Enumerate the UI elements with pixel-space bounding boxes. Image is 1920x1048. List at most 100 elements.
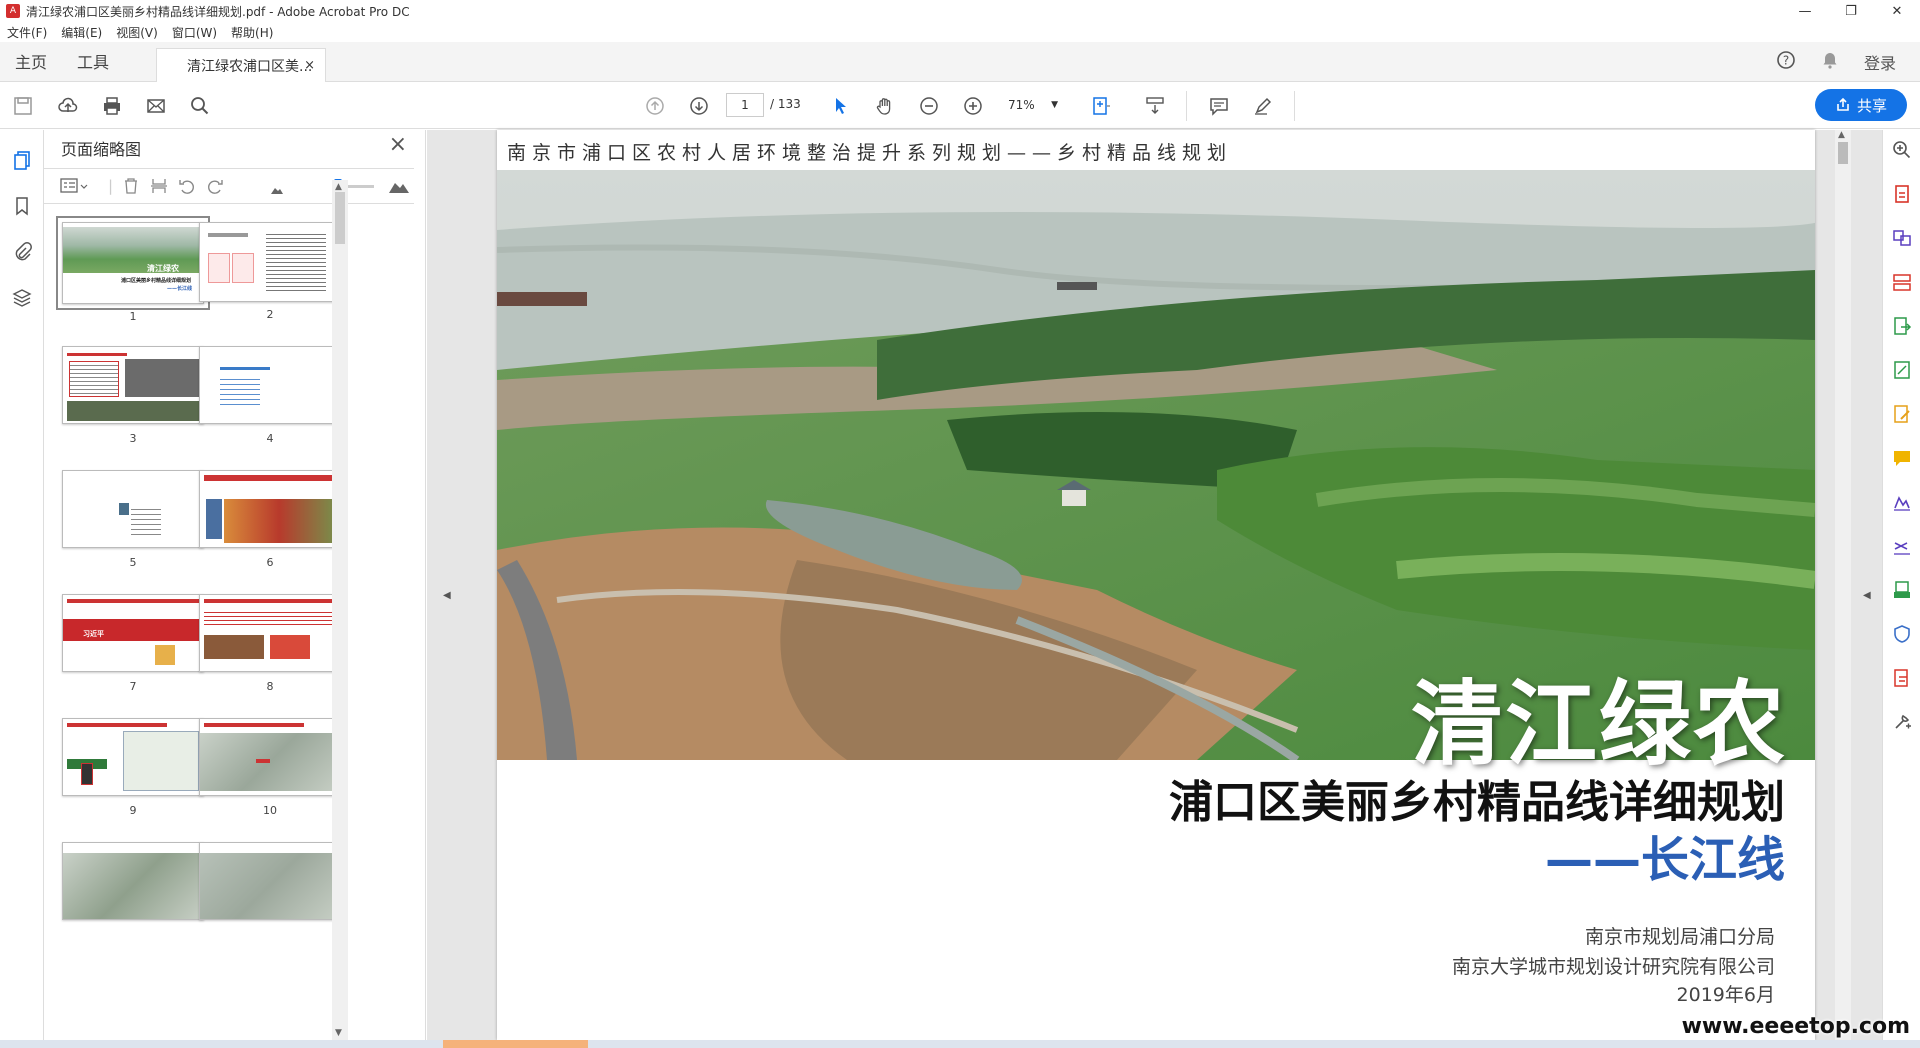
zoom-search-icon[interactable] [1890, 138, 1914, 162]
thumbnail-scrollbar[interactable]: ▲ ▼ [332, 180, 348, 1040]
rotate-left-icon[interactable] [178, 177, 196, 199]
share-button[interactable]: 共享 [1815, 89, 1907, 121]
more-tools-icon[interactable] [1890, 710, 1914, 734]
attachment-icon[interactable] [10, 240, 34, 264]
tab-close-icon[interactable]: × [304, 58, 315, 73]
thumbnail-page-9[interactable] [62, 718, 204, 796]
comment-tool-icon[interactable] [1890, 446, 1914, 470]
extract-page-icon[interactable] [150, 177, 168, 199]
delete-page-icon[interactable] [122, 177, 140, 199]
watermark-text: www.eeeetop.com [1681, 1014, 1910, 1039]
thumbnail-page-5[interactable] [62, 470, 204, 548]
menu-view[interactable]: 视图(V) [109, 24, 165, 41]
tab-tools[interactable]: 工具 [62, 41, 124, 81]
thumbnail-page-number: 3 [129, 432, 137, 445]
combine-files-icon[interactable] [1890, 226, 1914, 250]
status-bar [0, 1040, 1920, 1048]
thumbnail-page-10[interactable] [199, 718, 341, 796]
layers-icon[interactable] [10, 286, 34, 310]
menu-edit[interactable]: 编辑(E) [54, 24, 109, 41]
menu-window[interactable]: 窗口(W) [165, 24, 224, 41]
thumbnail-panel-title: 页面缩略图 [61, 140, 142, 159]
page-number-input[interactable]: 1 [726, 93, 764, 117]
window-title: 清江绿农浦口区美丽乡村精品线详细规划.pdf - Adobe Acrobat P… [26, 4, 410, 19]
scan-icon[interactable] [1890, 578, 1914, 602]
zoom-level-value: 71% [1008, 98, 1035, 112]
select-cursor-icon[interactable] [828, 93, 854, 119]
share-icon [1837, 97, 1849, 111]
maximize-button[interactable]: ❐ [1828, 0, 1874, 22]
thumbnail-page-8[interactable] [199, 594, 341, 672]
svg-text:?: ? [1783, 54, 1789, 68]
zoom-in-icon[interactable] [960, 93, 986, 119]
protect-icon[interactable] [1890, 622, 1914, 646]
create-pdf-icon[interactable] [1890, 182, 1914, 206]
rotate-right-icon[interactable] [206, 177, 224, 199]
zoom-out-icon[interactable] [916, 93, 942, 119]
collapse-left-panel-icon[interactable]: ◀ [443, 590, 451, 601]
scroll-up-icon[interactable]: ▲ [1838, 130, 1845, 140]
scroll-mode-icon[interactable] [1142, 93, 1168, 119]
thumbnail-page-12[interactable] [199, 842, 341, 920]
larger-thumbnails-icon[interactable] [388, 178, 410, 198]
document-date: 2019年6月 [1676, 984, 1775, 1006]
highlight-pen-icon[interactable] [1250, 93, 1276, 119]
options-menu-icon[interactable] [60, 177, 88, 199]
sign-icon[interactable] [1890, 490, 1914, 514]
print-production-icon[interactable] [1890, 666, 1914, 690]
menu-file[interactable]: 文件(F) [0, 24, 54, 41]
thumbnail-page-7[interactable]: 习近平 [62, 594, 204, 672]
organize-pages-icon[interactable] [1890, 270, 1914, 294]
fit-page-icon[interactable] [1088, 93, 1114, 119]
print-icon[interactable] [99, 93, 125, 119]
minimize-button[interactable]: — [1782, 0, 1828, 22]
thumbnail-page-number: 2 [266, 308, 274, 321]
thumbnail-page-4[interactable] [199, 346, 341, 424]
login-button[interactable]: 登录 [1864, 50, 1896, 74]
upload-cloud-icon[interactable] [55, 93, 81, 119]
close-window-button[interactable]: ✕ [1874, 0, 1920, 22]
scroll-up-icon[interactable]: ▲ [335, 182, 342, 192]
hand-tool-icon[interactable] [872, 93, 898, 119]
thumbnail-page-6[interactable] [199, 470, 341, 548]
search-icon[interactable] [187, 93, 213, 119]
thumbnail-page-11[interactable] [62, 842, 204, 920]
mail-icon[interactable] [143, 93, 169, 119]
collapse-right-panel-icon[interactable]: ◀ [1863, 590, 1871, 601]
bell-icon[interactable] [1820, 50, 1840, 74]
document-main-title: 清江绿农 [1410, 671, 1787, 778]
document-scrollbar[interactable]: ▲ [1835, 130, 1851, 1040]
main-toolbar: 1 / 133 71% ▼ 共享 [0, 83, 1920, 129]
measure-icon[interactable] [1890, 534, 1914, 558]
bookmark-icon[interactable] [10, 194, 34, 218]
tab-home[interactable]: 主页 [0, 41, 62, 81]
thumbnail-page-number: 1 [129, 310, 137, 323]
fill-sign-icon[interactable] [1890, 402, 1914, 426]
edit-pdf-icon[interactable] [1890, 358, 1914, 382]
save-icon[interactable] [10, 93, 36, 119]
thumbnail-page-number: 10 [263, 804, 277, 817]
thumbnail-page-1[interactable]: 清江绿农 浦口区美丽乡村精品线详细规划 ——长江线 [56, 216, 210, 310]
help-icon[interactable]: ? [1776, 50, 1796, 74]
next-page-icon[interactable] [686, 93, 712, 119]
scroll-down-icon[interactable]: ▼ [335, 1028, 342, 1038]
document-scroll-thumb[interactable] [1838, 142, 1848, 164]
horizontal-scroll-indicator[interactable] [443, 1040, 588, 1048]
smaller-thumbnails-icon[interactable] [270, 181, 284, 199]
thumbnail-page-3[interactable] [62, 346, 204, 424]
previous-page-icon[interactable] [642, 93, 668, 119]
thumbnail-page-2[interactable] [199, 222, 341, 302]
thumbnail-scroll-thumb[interactable] [335, 192, 345, 244]
page-thumbnails-icon[interactable] [10, 148, 34, 172]
tab-document[interactable]: 清江绿农浦口区美... × [156, 48, 327, 82]
acrobat-icon: A [6, 4, 20, 18]
tab-bar: 主页 工具 清江绿农浦口区美... × ? 登录 [0, 42, 1920, 82]
chevron-down-icon: ▼ [1051, 100, 1058, 110]
close-panel-icon[interactable]: × [389, 132, 407, 157]
toolbar-separator: | [108, 177, 114, 195]
comment-icon[interactable] [1206, 93, 1232, 119]
menu-help[interactable]: 帮助(H) [224, 24, 280, 41]
thumbnail-page-number: 6 [266, 556, 274, 569]
zoom-level-select[interactable]: 71% ▼ [1000, 93, 1064, 117]
export-pdf-icon[interactable] [1890, 314, 1914, 338]
